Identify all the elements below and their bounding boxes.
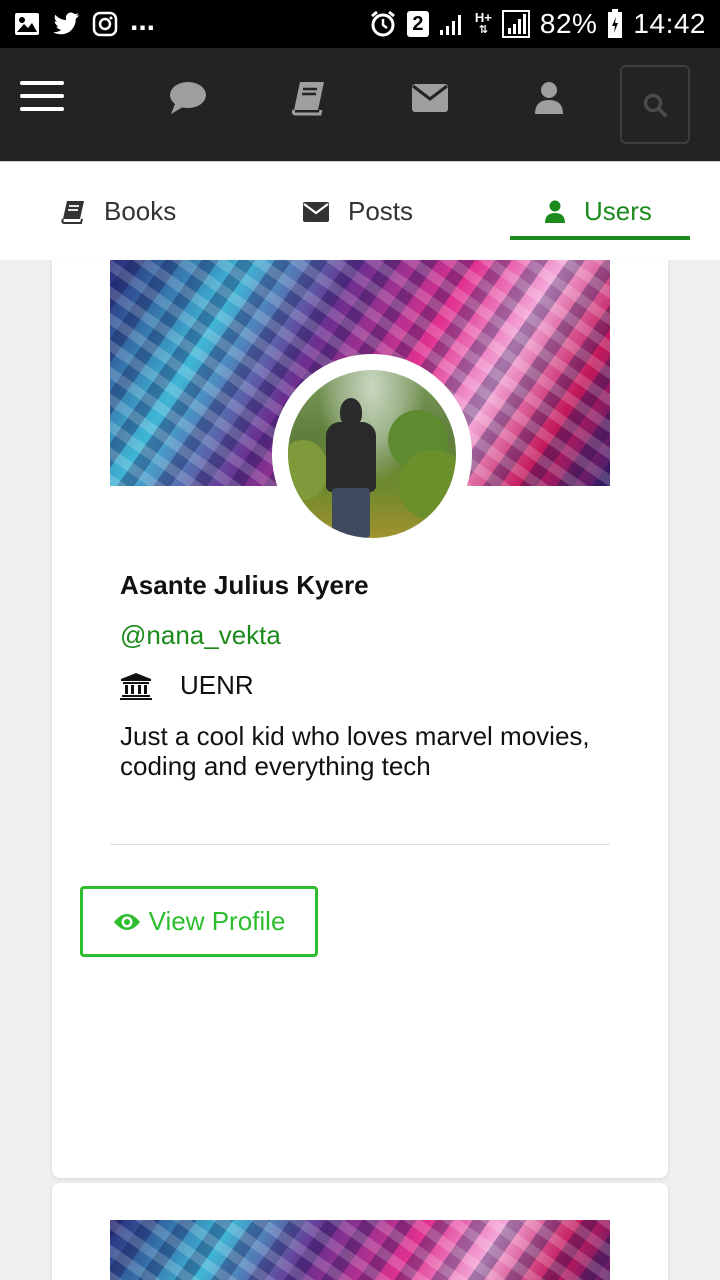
school-name: UENR <box>180 670 254 700</box>
user-icon <box>544 200 566 224</box>
network-type-label: H+ <box>474 10 492 25</box>
tab-posts-label: Posts <box>348 196 414 226</box>
institution-icon <box>120 672 152 700</box>
status-right: 2 H+ ⇅ 82% 14:42 <box>369 8 706 40</box>
alarm-icon <box>369 10 397 38</box>
tab-bar: Books Posts Users <box>0 161 720 260</box>
top-nav <box>0 48 720 161</box>
notification-badge-icon: 2 <box>406 11 429 37</box>
book-icon[interactable] <box>287 78 331 118</box>
menu-icon[interactable] <box>20 81 64 111</box>
school-row: UENR <box>120 670 254 701</box>
battery-icon <box>607 9 623 39</box>
envelope-icon <box>302 201 330 223</box>
notification-count: 2 <box>412 12 424 35</box>
cover-image <box>110 1220 610 1280</box>
user-handle[interactable]: @nana_vekta <box>120 620 281 651</box>
status-left: ... <box>14 6 155 37</box>
user-icon[interactable] <box>527 78 571 118</box>
battery-percent: 82% <box>539 8 598 39</box>
user-bio: Just a cool kid who loves marvel movies,… <box>120 721 590 781</box>
tab-users[interactable]: Users <box>544 162 652 261</box>
envelope-icon[interactable] <box>408 78 452 118</box>
search-icon <box>642 92 668 118</box>
avatar-frame <box>272 354 472 554</box>
image-icon <box>14 12 40 36</box>
more-notifications: ... <box>130 4 156 37</box>
signal-strength-icon <box>501 10 530 38</box>
clock: 14:42 <box>633 8 706 39</box>
tab-posts[interactable]: Posts <box>302 162 413 261</box>
user-name: Asante Julius Kyere <box>120 570 369 600</box>
eye-icon <box>113 912 141 932</box>
active-tab-indicator <box>510 236 690 240</box>
view-profile-button[interactable]: View Profile <box>80 886 318 957</box>
network-type: H+ ⇅ <box>474 10 492 36</box>
instagram-icon <box>92 11 118 37</box>
status-bar: ... 2 H+ ⇅ 82% 14:42 <box>0 0 720 48</box>
view-profile-label: View Profile <box>148 906 286 936</box>
tab-users-label: Users <box>584 196 652 226</box>
signal-icon <box>439 12 465 36</box>
avatar[interactable] <box>288 370 456 538</box>
book-icon <box>60 200 86 224</box>
tab-books[interactable]: Books <box>60 162 176 261</box>
user-card-next <box>52 1183 668 1280</box>
twitter-icon <box>52 12 80 36</box>
divider <box>110 844 610 845</box>
tab-books-label: Books <box>104 196 177 226</box>
search-button[interactable] <box>620 65 690 144</box>
user-card: Asante Julius Kyere @nana_vekta UENR Jus… <box>52 260 668 1178</box>
chat-icon[interactable] <box>166 78 210 118</box>
